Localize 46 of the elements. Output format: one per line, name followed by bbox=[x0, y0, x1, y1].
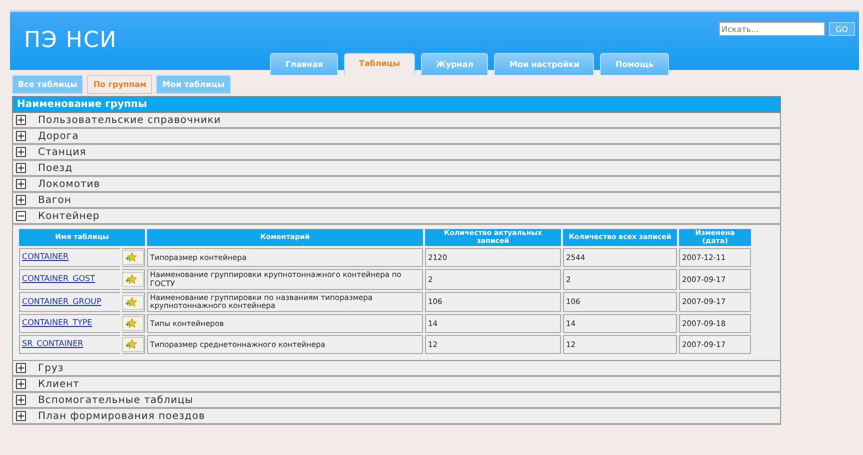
plus-icon[interactable] bbox=[16, 115, 26, 125]
group-name: Вагон bbox=[38, 194, 72, 206]
plus-icon[interactable] bbox=[16, 395, 26, 406]
group-name: Поезд bbox=[38, 162, 73, 174]
group-row[interactable]: Станция bbox=[12, 145, 781, 161]
group-row[interactable]: Клиент bbox=[12, 377, 781, 394]
group-name: Контейнер bbox=[38, 210, 100, 222]
minus-icon[interactable] bbox=[16, 211, 26, 221]
plus-icon[interactable] bbox=[16, 379, 26, 390]
star-icon bbox=[125, 339, 137, 350]
group-row[interactable]: Груз bbox=[12, 361, 781, 378]
group-name: Станция bbox=[38, 146, 86, 158]
group-column-header: Наименование группы bbox=[12, 96, 781, 113]
star-button[interactable] bbox=[122, 294, 144, 310]
plus-icon[interactable] bbox=[16, 147, 26, 157]
group-name: Клиент bbox=[38, 378, 80, 390]
star-button[interactable] bbox=[122, 337, 144, 352]
group-name: Вспомогательные таблицы bbox=[38, 394, 194, 406]
group-row[interactable]: Вагон bbox=[12, 193, 781, 209]
group-name: План формирования поездов bbox=[38, 410, 206, 422]
star-icon bbox=[125, 318, 137, 330]
group-name: Локомотив bbox=[38, 178, 100, 190]
star-button[interactable] bbox=[122, 272, 144, 288]
star-button[interactable] bbox=[122, 250, 144, 266]
star-icon bbox=[125, 296, 137, 308]
plus-icon[interactable] bbox=[16, 363, 26, 374]
star-icon bbox=[125, 252, 137, 264]
group-name: Груз bbox=[38, 362, 64, 374]
group-name: Пользовательские справочники bbox=[38, 114, 222, 126]
group-row[interactable]: План формирования поездов bbox=[12, 409, 781, 426]
search-field[interactable]: Искать... bbox=[718, 22, 824, 36]
plus-icon[interactable] bbox=[16, 195, 26, 205]
plus-icon[interactable] bbox=[16, 179, 26, 189]
group-row[interactable]: Пользовательские справочники bbox=[12, 113, 781, 129]
plus-icon[interactable] bbox=[16, 131, 26, 141]
plus-icon[interactable] bbox=[16, 163, 26, 173]
group-row[interactable]: Вспомогательные таблицы bbox=[12, 393, 781, 410]
group-row[interactable]: Контейнер bbox=[12, 209, 781, 225]
site-title: ПЭ НСИ bbox=[24, 28, 118, 53]
group-name: Дорога bbox=[38, 130, 79, 142]
group-row[interactable]: Дорога bbox=[12, 129, 781, 145]
star-icon bbox=[125, 274, 137, 286]
plus-icon[interactable] bbox=[16, 411, 26, 422]
star-button[interactable] bbox=[122, 316, 144, 332]
group-row[interactable]: Локомотив bbox=[12, 177, 781, 193]
group-row[interactable]: Поезд bbox=[12, 161, 781, 177]
